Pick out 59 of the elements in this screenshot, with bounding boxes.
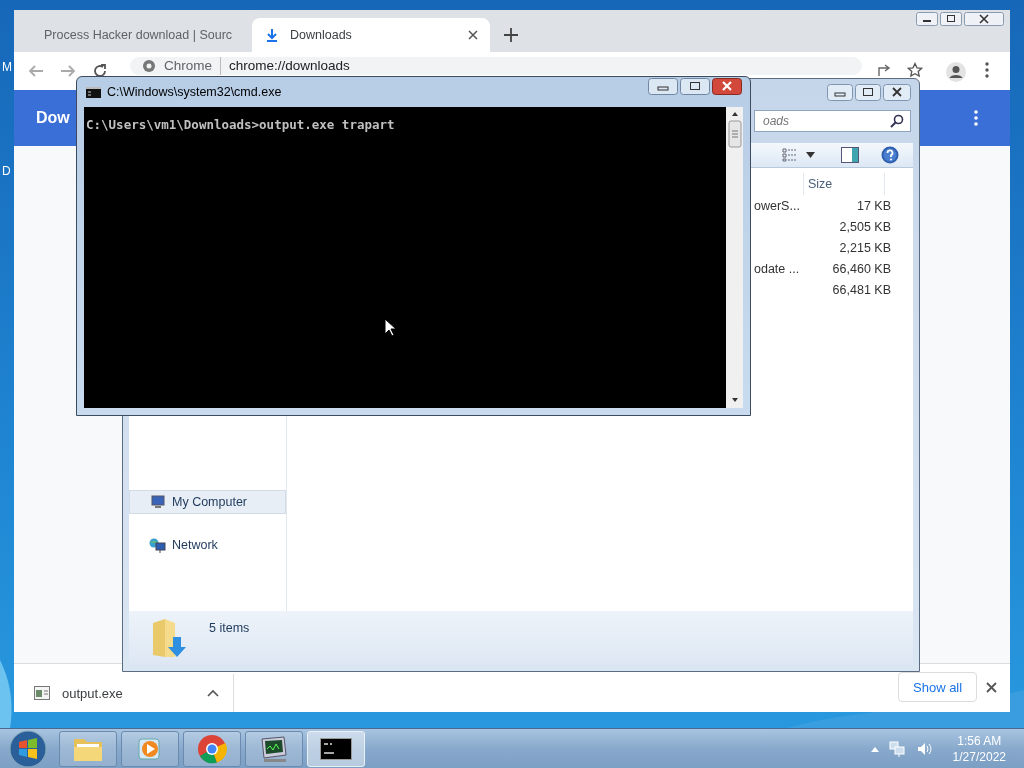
scrollbar[interactable] — [726, 107, 743, 408]
show-all-button[interactable]: Show all — [898, 672, 978, 702]
start-button[interactable] — [9, 730, 47, 768]
console-icon — [86, 86, 101, 98]
console-icon — [320, 738, 352, 760]
browser-tab[interactable]: Downloads — [252, 18, 490, 52]
close-icon[interactable] — [883, 84, 911, 101]
file-size: 66,460 KB — [831, 261, 891, 276]
help-icon[interactable] — [881, 146, 899, 164]
reload-icon[interactable] — [92, 63, 108, 79]
computer-icon — [150, 495, 166, 509]
item-count: 5 items — [209, 621, 250, 635]
preview-pane-icon[interactable] — [841, 147, 859, 163]
column-header[interactable]: Size — [803, 173, 885, 195]
close-icon[interactable] — [986, 682, 997, 693]
search-field[interactable]: oads — [754, 110, 911, 132]
close-icon[interactable] — [468, 30, 478, 40]
network-icon — [149, 537, 166, 553]
new-tab-icon[interactable] — [504, 28, 518, 42]
view-list-icon[interactable] — [782, 148, 798, 162]
cursor-icon — [384, 318, 396, 337]
minimize-icon[interactable] — [916, 12, 938, 26]
desktop-icon-label[interactable]: M — [2, 60, 12, 74]
menu-icon[interactable] — [974, 110, 978, 126]
download-item[interactable]: output.exe — [14, 674, 234, 712]
page-title: Dow — [36, 109, 70, 127]
volume-icon[interactable] — [916, 741, 933, 757]
nav-item[interactable]: My Computer — [129, 490, 286, 514]
dropdown-arrow-icon[interactable] — [806, 152, 815, 158]
search-icon — [890, 114, 904, 128]
menu-icon[interactable] — [985, 62, 989, 78]
monitor-icon — [258, 735, 290, 763]
globe-icon — [142, 59, 156, 73]
close-icon[interactable] — [964, 12, 1004, 26]
program-icon — [34, 686, 50, 700]
file-name: odate ... — [754, 261, 801, 276]
taskbar-button[interactable] — [245, 731, 303, 767]
browser-tab[interactable]: Process Hacker download | Sourc — [22, 18, 252, 52]
browser-icon — [197, 734, 227, 764]
maximize-icon[interactable] — [680, 78, 710, 95]
share-icon[interactable] — [876, 62, 892, 78]
maximize-icon[interactable] — [940, 12, 962, 26]
file-size: 66,481 KB — [831, 282, 891, 297]
file-size: 2,505 KB — [838, 219, 891, 234]
address-bar[interactable]: Chrome chrome://downloads — [130, 57, 862, 75]
download-icon — [264, 27, 280, 43]
nav-item[interactable]: Network — [129, 534, 286, 556]
desktop-icon-label[interactable]: D — [2, 164, 11, 178]
caret-icon[interactable] — [207, 689, 219, 697]
file-size: 17 KB — [855, 198, 891, 213]
console-line: C:\Users\vm1\Downloads>output.exe trapart — [86, 117, 396, 132]
maximize-icon[interactable] — [855, 84, 881, 101]
close-icon[interactable] — [712, 78, 742, 95]
star-icon[interactable] — [907, 62, 923, 78]
folder-download-icon — [151, 617, 189, 659]
file-name: owerS... — [754, 198, 801, 213]
profile-icon[interactable] — [946, 62, 966, 82]
window-title: C:\Windows\system32\cmd.exe — [107, 85, 282, 99]
file-size: 2,215 KB — [838, 240, 891, 255]
